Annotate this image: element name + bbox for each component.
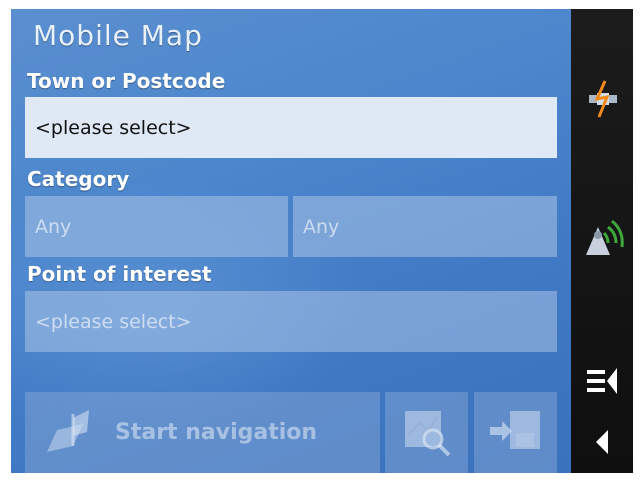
app-title: Mobile Map: [33, 19, 203, 52]
map-search-icon: [399, 405, 455, 461]
flag-navigation-icon: [43, 406, 107, 460]
app-frame: Mobile Map Town or Postcode <please sele…: [0, 0, 644, 482]
category-select-secondary[interactable]: Any: [293, 196, 557, 257]
save-to-disk-icon: [486, 405, 546, 461]
satellite-dish-icon[interactable]: [581, 77, 625, 121]
start-navigation-label: Start navigation: [115, 420, 318, 445]
search-map-button[interactable]: [385, 392, 468, 473]
category-label: Category: [27, 167, 130, 191]
save-destination-button[interactable]: [474, 392, 557, 473]
start-navigation-button[interactable]: Start navigation: [25, 392, 380, 473]
gps-signal-icon[interactable]: [579, 214, 627, 262]
sidebar: [571, 9, 633, 473]
poi-label: Point of interest: [27, 262, 212, 286]
town-input[interactable]: <please select>: [25, 97, 557, 158]
town-label: Town or Postcode: [27, 69, 226, 93]
poi-input[interactable]: <please select>: [25, 291, 557, 352]
main-panel: Mobile Map Town or Postcode <please sele…: [11, 9, 571, 473]
menu-collapse-icon[interactable]: [583, 363, 623, 399]
category-select-primary[interactable]: Any: [25, 196, 288, 257]
back-arrow-icon[interactable]: [587, 425, 617, 459]
